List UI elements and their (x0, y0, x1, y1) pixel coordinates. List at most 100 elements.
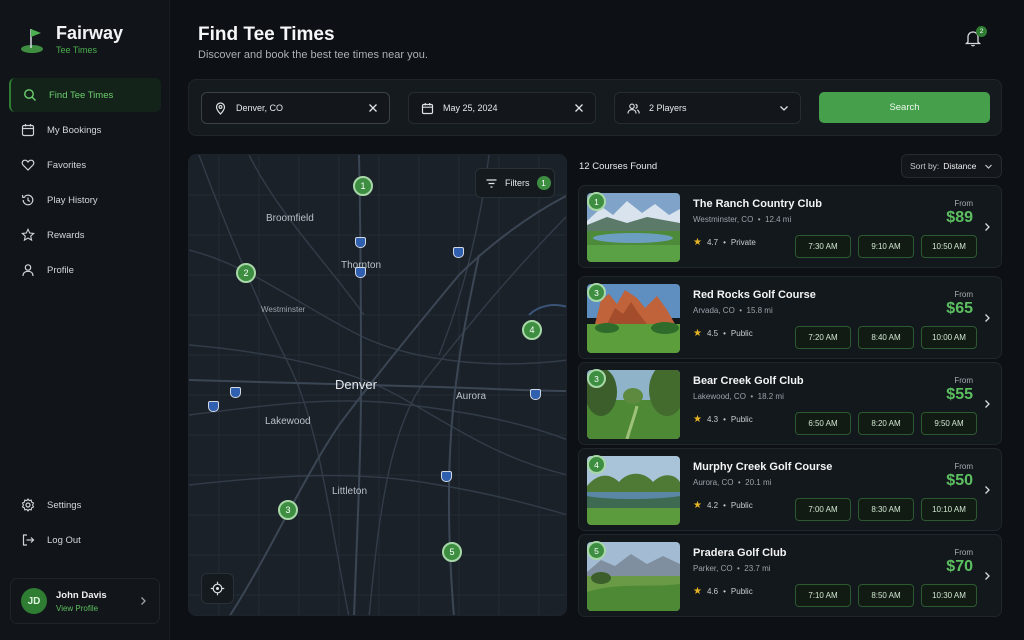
filters-count-badge: 1 (536, 176, 551, 190)
nav-item-rewards[interactable]: Rewards (9, 218, 161, 252)
course-card[interactable]: 5 Pradera Golf Club Parker, CO • 23.7 mi… (578, 534, 1002, 617)
course-location: Aurora, CO • 20.1 mi (693, 478, 772, 487)
search-icon (24, 89, 36, 101)
map-city-label: Aurora (456, 391, 487, 402)
secondary-nav: Settings Log Out (9, 488, 161, 558)
course-name[interactable]: Murphy Creek Golf Course (693, 461, 832, 473)
brand-name: Fairway (56, 23, 124, 43)
chevron-right-icon[interactable] (982, 485, 992, 495)
course-price: $65 (946, 300, 973, 317)
tee-time-button[interactable]: 8:20 AM (858, 412, 914, 435)
heart-icon (21, 159, 35, 171)
search-panel: Denver, CO May 25, 2024 2 Players Search (188, 79, 1002, 136)
date-input[interactable]: May 25, 2024 (408, 92, 596, 124)
course-card[interactable]: 1 The Ranch Country Club Westminster, CO… (578, 185, 1002, 268)
nav-label: Play History (47, 194, 98, 206)
sidebar: Fairway Tee Times Find Tee Times My Book… (0, 0, 170, 640)
nav-item-log-out[interactable]: Log Out (9, 523, 161, 557)
chevron-down-icon (985, 164, 992, 169)
price-label: From (954, 462, 973, 471)
tee-time-button[interactable]: 8:50 AM (858, 584, 914, 607)
map-pin[interactable]: 5 (442, 542, 462, 562)
nav-label: Log Out (47, 534, 81, 546)
clear-location-icon[interactable] (367, 102, 379, 114)
players-select[interactable]: 2 Players (614, 92, 801, 124)
avatar: JD (21, 588, 47, 614)
course-meta: ★ 4.5 • Public (693, 328, 753, 339)
tee-time-button[interactable]: 7:30 AM (795, 235, 851, 258)
search-button[interactable]: Search (819, 92, 990, 123)
tee-time-button[interactable]: 9:50 AM (921, 412, 977, 435)
history-icon (21, 194, 34, 206)
chevron-right-icon[interactable] (982, 222, 992, 232)
map-pin[interactable]: 3 (278, 500, 298, 520)
chevron-right-icon[interactable] (982, 313, 992, 323)
user-card[interactable]: JD John Davis View Profile (10, 578, 160, 624)
course-meta: ★ 4.7 • Private (693, 237, 756, 248)
golf-flag-icon (21, 28, 43, 53)
tee-time-button[interactable]: 9:10 AM (858, 235, 914, 258)
tee-time-button[interactable]: 10:10 AM (921, 498, 977, 521)
course-name[interactable]: Pradera Golf Club (693, 547, 787, 559)
map-pin[interactable]: 1 (353, 176, 373, 196)
tee-time-button[interactable]: 10:50 AM (921, 235, 977, 258)
tee-time-button[interactable]: 7:10 AM (795, 584, 851, 607)
course-price: $89 (946, 209, 973, 226)
nav-item-favorites[interactable]: Favorites (9, 148, 161, 182)
price-label: From (954, 290, 973, 299)
main-nav: Find Tee Times My Bookings Favorites Pla… (9, 78, 161, 288)
brand[interactable]: Fairway Tee Times (20, 24, 123, 55)
chevron-down-icon (780, 106, 788, 111)
course-card[interactable]: 3 Bear Creek Golf Club Lakewood, CO • 18… (578, 362, 1002, 445)
nav-item-profile[interactable]: Profile (9, 253, 161, 287)
map-view[interactable]: Broomfield Thornton Westminster Denver A… (188, 154, 567, 616)
course-location: Parker, CO • 23.7 mi (693, 564, 771, 573)
user-name: John Davis (56, 589, 107, 601)
users-icon (627, 103, 640, 114)
course-card[interactable]: 4 Murphy Creek Golf Course Aurora, CO • … (578, 448, 1002, 531)
locate-me-button[interactable] (201, 573, 234, 604)
nav-item-find-tee-times[interactable]: Find Tee Times (9, 78, 161, 112)
location-input[interactable]: Denver, CO (201, 92, 390, 124)
tee-time-button[interactable]: 7:20 AM (795, 326, 851, 349)
course-price: $50 (946, 472, 973, 489)
tee-time-button[interactable]: 8:40 AM (858, 326, 914, 349)
course-pin: 3 (587, 369, 606, 388)
tee-time-button[interactable]: 7:00 AM (795, 498, 851, 521)
nav-item-settings[interactable]: Settings (9, 488, 161, 522)
tee-time-button[interactable]: 6:50 AM (795, 412, 851, 435)
map-city-label: Broomfield (266, 213, 314, 224)
course-name[interactable]: Red Rocks Golf Course (693, 289, 816, 301)
chevron-right-icon[interactable] (982, 571, 992, 581)
tee-times: 6:50 AM 8:20 AM 9:50 AM (795, 412, 977, 435)
view-profile-link[interactable]: View Profile (56, 604, 107, 613)
course-name[interactable]: Bear Creek Golf Club (693, 375, 804, 387)
map-pin[interactable]: 4 (522, 320, 542, 340)
course-card[interactable]: 3 Red Rocks Golf Course Arvada, CO • 15.… (578, 276, 1002, 359)
nav-label: Favorites (47, 159, 87, 171)
calendar-icon (21, 124, 35, 137)
nav-label: Settings (47, 499, 82, 511)
filters-label: Filters (505, 178, 530, 188)
course-meta: ★ 4.6 • Public (693, 586, 753, 597)
course-name[interactable]: The Ranch Country Club (693, 198, 822, 210)
sort-prefix: Sort by: (910, 161, 940, 171)
nav-label: Profile (47, 264, 74, 276)
nav-item-play-history[interactable]: Play History (9, 183, 161, 217)
tee-times: 7:00 AM 8:30 AM 10:10 AM (795, 498, 977, 521)
course-price: $70 (946, 558, 973, 575)
page-title: Find Tee Times (198, 24, 335, 45)
highway-shield-icon (441, 471, 452, 482)
tee-time-button[interactable]: 10:30 AM (921, 584, 977, 607)
tee-time-button[interactable]: 10:00 AM (921, 326, 977, 349)
sort-select[interactable]: Sort by: Distance (901, 154, 1002, 178)
clear-date-icon[interactable] (573, 102, 585, 114)
crosshair-icon (210, 581, 225, 596)
filters-button[interactable]: Filters 1 (475, 168, 555, 198)
logout-icon (22, 534, 35, 546)
map-pin[interactable]: 2 (236, 263, 256, 283)
nav-item-my-bookings[interactable]: My Bookings (9, 113, 161, 147)
chevron-right-icon[interactable] (982, 399, 992, 409)
tee-time-button[interactable]: 8:30 AM (858, 498, 914, 521)
highway-shield-icon (230, 387, 241, 398)
